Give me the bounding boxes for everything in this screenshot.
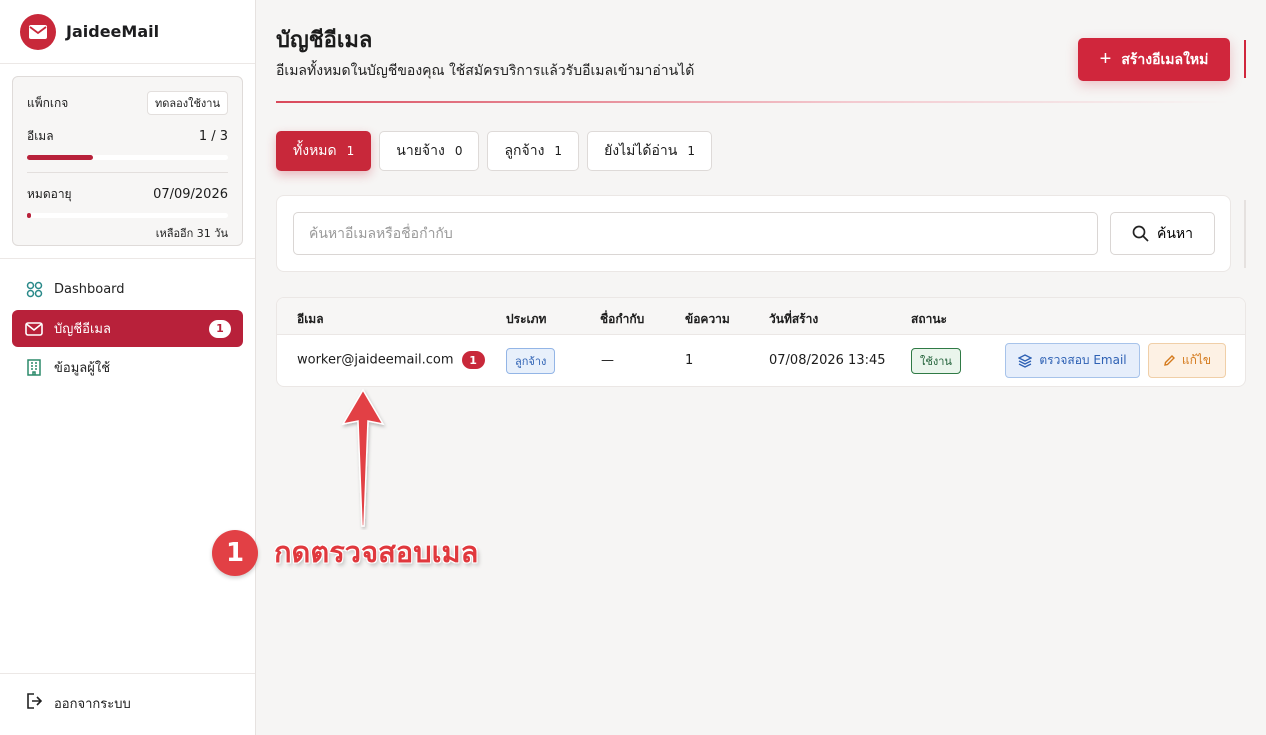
messages-cell: 1 (685, 353, 694, 368)
verify-email-label: ตรวจสอบ Email (1039, 353, 1127, 367)
expiry-value: 07/09/2026 (153, 187, 228, 202)
column-header-created: วันที่สร้าง (769, 312, 819, 326)
package-card: แพ็กเกจ ทดลองใช้งาน อีเมล 1 / 3 หมดอายุ … (12, 76, 243, 246)
package-label: แพ็กเกจ (27, 95, 69, 110)
logout-button[interactable]: ออกจากระบบ (24, 692, 131, 714)
email-address: worker@jaideemail.com (297, 352, 454, 368)
alias-cell: — (601, 353, 614, 368)
clipped-edge (1244, 40, 1246, 78)
pencil-icon (1163, 354, 1176, 367)
tab-count: 1 (687, 144, 695, 158)
filter-tabs: ทั้งหมด 1 นายจ้าง 0 ลูกจ้าง 1 ยังไม่ได้อ… (276, 131, 712, 171)
sidebar: JaideeMail แพ็กเกจ ทดลองใช้งาน อีเมล 1 /… (0, 0, 256, 735)
column-header-alias: ชื่อกำกับ (600, 312, 645, 326)
header-divider (276, 101, 1230, 103)
remaining-days: เหลืออีก 31 วัน (155, 227, 228, 240)
sidebar-item-dashboard[interactable]: Dashboard (12, 271, 243, 308)
sidebar-item-label: ข้อมูลผู้ใช้ (54, 361, 111, 376)
sidebar-item-count: 1 (209, 319, 231, 338)
plus-icon: + (1099, 48, 1112, 70)
tab-label: นายจ้าง (396, 143, 445, 159)
tab-employer[interactable]: นายจ้าง 0 (379, 131, 480, 171)
tab-count: 0 (454, 144, 463, 158)
mail-icon (25, 320, 43, 338)
tab-employee[interactable]: ลูกจ้าง 1 (487, 131, 580, 171)
logout-label: ออกจากระบบ (54, 696, 131, 712)
edit-button[interactable]: แก้ไข (1148, 343, 1226, 378)
column-header-type: ประเภท (506, 312, 547, 326)
brand-header[interactable]: JaideeMail (0, 0, 255, 64)
tab-unread[interactable]: ยังไม่ได้อ่าน 1 (587, 131, 712, 171)
app-name: JaideeMail (66, 22, 160, 41)
logout-icon (24, 692, 43, 714)
edit-label: แก้ไข (1181, 353, 1212, 367)
annotation-step-number: 1 (212, 530, 258, 576)
table-header: อีเมล ประเภท ชื่อกำกับ ข้อความ วันที่สร้… (277, 298, 1245, 335)
email-table: อีเมล ประเภท ชื่อกำกับ ข้อความ วันที่สร้… (276, 297, 1246, 387)
created-cell: 07/08/2026 13:45 (769, 353, 886, 368)
search-button-label: ค้นหา (1156, 225, 1194, 242)
building-icon (25, 359, 43, 377)
search-button[interactable]: ค้นหา (1110, 212, 1215, 255)
tab-label: ยังไม่ได้อ่าน (604, 143, 678, 159)
search-card: ค้นหา (276, 195, 1231, 272)
page-subtitle: อีเมลทั้งหมดในบัญชีของคุณ ใช้สมัครบริการ… (276, 63, 695, 79)
verify-email-button[interactable]: ตรวจสอบ Email (1005, 343, 1140, 378)
search-input[interactable] (293, 212, 1098, 255)
page-title: บัญชีอีเมล (276, 28, 373, 53)
column-header-messages: ข้อความ (685, 312, 730, 326)
sidebar-item-label: Dashboard (54, 282, 125, 297)
sidebar-item-user-info[interactable]: ข้อมูลผู้ใช้ (12, 349, 243, 386)
tab-label: ลูกจ้าง (504, 143, 545, 159)
expiry-fill (27, 213, 32, 218)
expiry-bar (27, 213, 228, 218)
sidebar-item-label: บัญชีอีเมล (54, 322, 111, 337)
annotation-arrow-icon (341, 388, 385, 527)
email-cell[interactable]: worker@jaideemail.com 1 (297, 351, 485, 369)
status-badge: ใช้งาน (911, 348, 961, 374)
email-quota-value: 1 / 3 (198, 129, 228, 144)
create-email-button[interactable]: + สร้างอีเมลใหม่ (1078, 38, 1230, 81)
tab-count: 1 (554, 144, 563, 158)
grid-icon (25, 281, 43, 299)
email-quota-fill (27, 155, 94, 160)
email-quota-label: อีเมล (27, 129, 54, 143)
expiry-label: หมดอายุ (27, 187, 72, 201)
tab-all[interactable]: ทั้งหมด 1 (276, 131, 372, 171)
tab-count: 1 (346, 144, 355, 158)
mail-logo-icon (20, 13, 56, 50)
package-badge: ทดลองใช้งาน (146, 91, 228, 115)
sidebar-nav: Dashboard บัญชีอีเมล 1 ข้อมูลผู้ใช้ (0, 271, 255, 386)
column-header-email: อีเมล (297, 312, 324, 326)
email-quota-bar (27, 155, 228, 160)
sidebar-item-email-accounts[interactable]: บัญชีอีเมล 1 (12, 310, 243, 347)
column-header-status: สถานะ (911, 312, 947, 326)
type-chip: ลูกจ้าง (506, 348, 556, 374)
clipped-edge (1244, 200, 1246, 268)
create-email-label: สร้างอีเมลใหม่ (1121, 50, 1209, 67)
unread-badge: 1 (461, 351, 485, 369)
annotation-text: กดตรวจสอบเมล (274, 535, 479, 569)
table-row: worker@jaideemail.com 1 ลูกจ้าง — 1 07/08… (277, 335, 1245, 386)
layers-icon (1018, 353, 1033, 368)
search-icon (1132, 225, 1149, 242)
tab-label: ทั้งหมด (293, 143, 337, 159)
